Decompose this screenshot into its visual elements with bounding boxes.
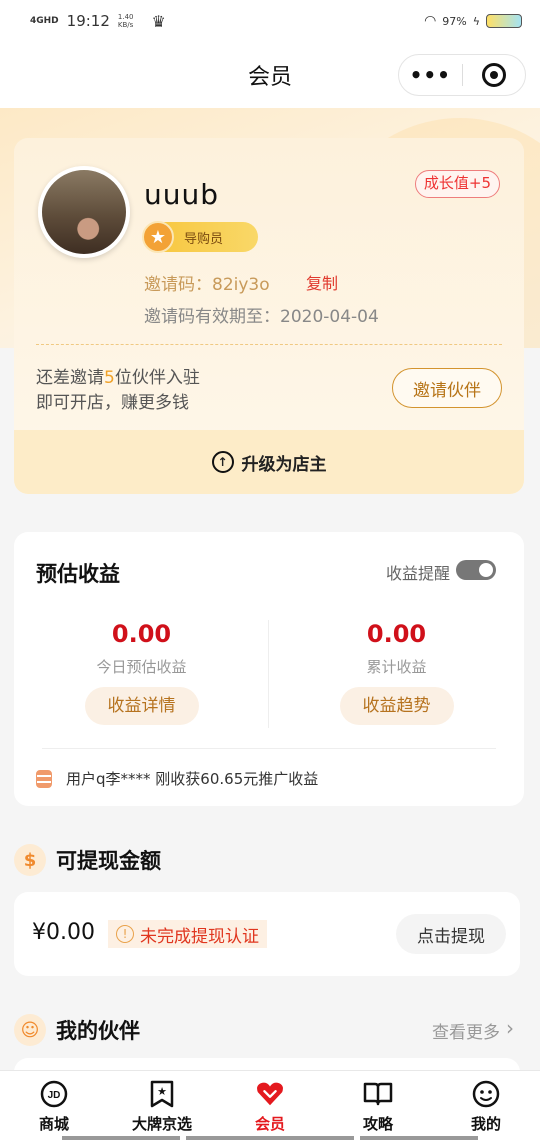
earnings-trend-button[interactable]: 收益趋势 xyxy=(339,687,454,725)
wifi-icon: ◠ xyxy=(424,13,437,29)
arrow-up-circle-icon: ↑ xyxy=(211,451,234,473)
bottom-tab-bar: JD 商城 ★ 大牌京选 会员 攻略 我的 xyxy=(0,1070,540,1140)
svg-text:JD: JD xyxy=(48,1090,61,1101)
crown-icon: ♛ xyxy=(151,11,166,31)
growth-badge[interactable]: 成长值+5 xyxy=(414,170,500,198)
partners-title: 我的伙伴 xyxy=(56,1019,140,1043)
invite-partner-button[interactable]: 邀请伙伴 xyxy=(392,368,502,408)
withdraw-title: 可提现金额 xyxy=(56,849,161,873)
nav-bar: 会员 ••• xyxy=(0,42,540,108)
earnings-ticker: 用户q李**** 刚收获60.65元推广收益 xyxy=(36,768,318,789)
tab-label: 我的 xyxy=(470,1115,501,1133)
tab-indicator xyxy=(360,1136,478,1140)
role-badge: ★ 导购员 xyxy=(142,221,258,253)
net-speed: 1.40 KB/s xyxy=(118,13,134,29)
invite-tip-pre: 还差邀请 xyxy=(36,368,104,388)
page-title: 会员 xyxy=(247,65,292,90)
today-earnings: 0.00 今日预估收益 收益详情 xyxy=(14,620,269,725)
withdraw-section-header: $ 可提现金额 xyxy=(14,844,161,876)
coin-stack-icon xyxy=(36,769,52,788)
verification-warning-text: 未完成提现认证 xyxy=(140,926,259,947)
withdraw-card: ¥0.00 ! 未完成提现认证 点击提现 xyxy=(14,892,520,976)
invite-tip: 还差邀请5位伙伴入驻 即可开店，赚更多钱 xyxy=(36,366,200,416)
invite-tip-count: 5 xyxy=(104,368,115,388)
earnings-card: 预估收益 收益提醒 0.00 今日预估收益 收益详情 0.00 累计收益 收益趋… xyxy=(14,532,524,806)
tab-brand-selection[interactable]: ★ 大牌京选 xyxy=(108,1071,216,1140)
more-menu-button[interactable]: ••• xyxy=(399,63,462,87)
withdraw-amount: ¥0.00 xyxy=(32,920,95,945)
tab-member[interactable]: 会员 xyxy=(216,1071,324,1140)
smiley-face-icon xyxy=(471,1079,501,1109)
divider xyxy=(42,748,496,749)
earnings-title: 预估收益 xyxy=(36,562,120,586)
partners-section-header: ☺ 我的伙伴 xyxy=(14,1014,140,1046)
status-bar: 4GHD 19:12 1.40 KB/s ♛ ◠ 97% ϟ xyxy=(0,0,540,42)
upgrade-label: 升级为店主 xyxy=(241,454,327,475)
avatar[interactable] xyxy=(38,166,130,258)
star-icon: ★ xyxy=(142,221,174,253)
bookmark-star-icon: ★ xyxy=(147,1079,177,1109)
net-speed-value: 1.40 xyxy=(117,13,134,21)
tab-guide[interactable]: 攻略 xyxy=(324,1071,432,1140)
invite-code-expiry: 邀请码有效期至：2020-04-04 xyxy=(144,307,379,327)
invite-tip-post: 位伙伴入驻 xyxy=(114,368,200,388)
battery-percent: 97% xyxy=(442,14,467,28)
ticker-text: 用户q李**** 刚收获60.65元推广收益 xyxy=(66,770,319,788)
member-card: uuub 成长值+5 ★ 导购员 邀请码：82iy3o 复制 邀请码有效期至：2… xyxy=(14,138,524,494)
tab-label: 大牌京选 xyxy=(131,1115,192,1133)
tab-label: 攻略 xyxy=(362,1115,393,1133)
target-icon xyxy=(481,63,506,87)
total-earnings-label: 累计收益 xyxy=(366,658,427,676)
tab-label: 会员 xyxy=(254,1115,285,1133)
earnings-remind-toggle[interactable] xyxy=(456,560,496,580)
today-earnings-value: 0.00 xyxy=(111,620,172,648)
clock: 19:12 xyxy=(66,12,110,30)
invite-code: 邀请码：82iy3o xyxy=(144,275,270,295)
tab-mall[interactable]: JD 商城 xyxy=(0,1071,108,1140)
today-earnings-label: 今日预估收益 xyxy=(96,658,187,676)
heart-badge-icon xyxy=(255,1079,285,1109)
tab-indicator xyxy=(186,1136,354,1140)
dollar-icon: $ xyxy=(14,844,46,876)
chevron-right-icon[interactable]: › xyxy=(506,1016,514,1040)
tab-indicator xyxy=(62,1136,180,1140)
withdraw-button[interactable]: 点击提现 xyxy=(396,914,506,954)
upgrade-to-owner-button[interactable]: ↑ 升级为店主 xyxy=(14,430,524,494)
tab-label: 商城 xyxy=(38,1115,69,1133)
copy-button[interactable]: 复制 xyxy=(306,270,338,294)
total-earnings: 0.00 累计收益 收益趋势 xyxy=(269,620,524,725)
invite-tip-line2: 即可开店，赚更多钱 xyxy=(36,393,189,413)
verification-warning[interactable]: ! 未完成提现认证 xyxy=(108,920,267,948)
battery-icon xyxy=(486,14,522,28)
close-button[interactable] xyxy=(463,63,526,87)
username: uuub xyxy=(144,178,220,211)
role-label: 导购员 xyxy=(184,231,224,247)
svg-text:★: ★ xyxy=(157,1085,167,1098)
network-indicator: 4GHD xyxy=(30,15,59,26)
net-speed-unit: KB/s xyxy=(117,21,134,29)
view-more-link[interactable]: 查看更多 xyxy=(432,1018,500,1043)
jd-logo-icon: JD xyxy=(39,1079,69,1109)
charging-icon: ϟ xyxy=(472,14,480,28)
miniprogram-capsule: ••• xyxy=(398,54,526,96)
total-earnings-value: 0.00 xyxy=(366,620,427,648)
book-icon xyxy=(363,1079,393,1109)
person-icon: ☺ xyxy=(14,1014,46,1046)
earnings-remind-label: 收益提醒 xyxy=(385,564,450,583)
dashed-divider xyxy=(36,344,502,345)
exclamation-icon: ! xyxy=(116,925,134,943)
earnings-detail-button[interactable]: 收益详情 xyxy=(84,687,199,725)
tab-mine[interactable]: 我的 xyxy=(432,1071,540,1140)
